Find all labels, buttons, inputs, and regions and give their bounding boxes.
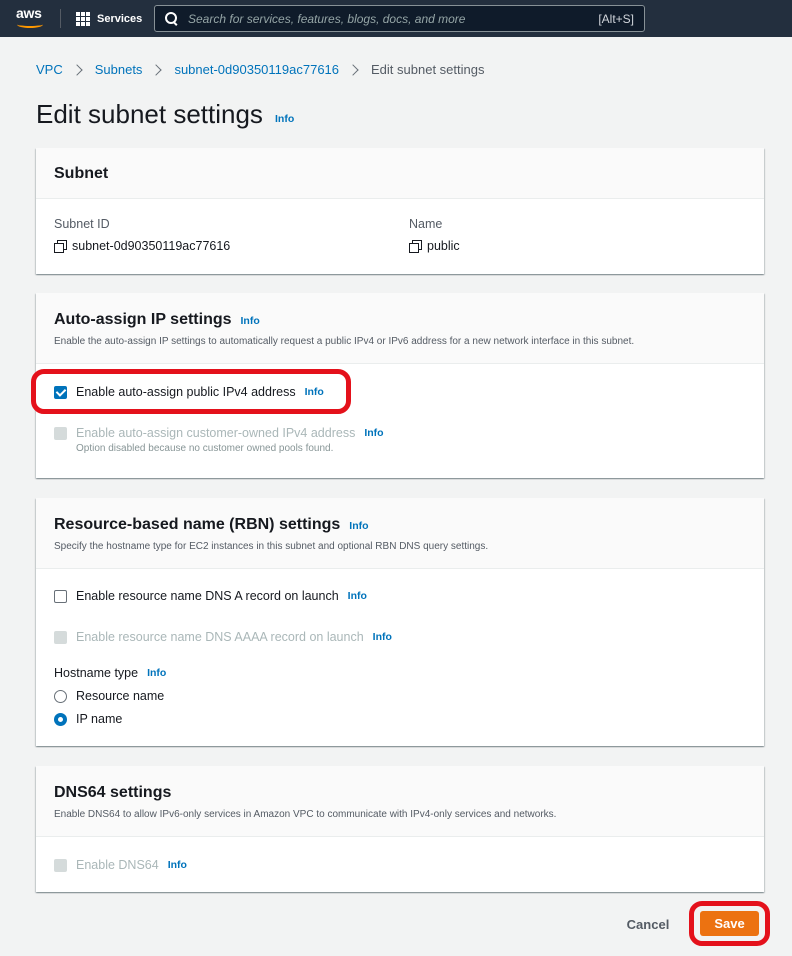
save-button-highlight <box>689 901 770 946</box>
dns-aaaa-record-row: Enable resource name DNS AAAA record on … <box>54 630 392 644</box>
search-shortcut: [Alt+S] <box>598 12 634 26</box>
breadcrumb-subnet-id[interactable]: subnet-0d90350119ac77616 <box>174 62 339 77</box>
enable-dns64-label: Enable DNS64 <box>76 858 159 872</box>
rbn-description: Specify the hostname type for EC2 instan… <box>54 541 489 552</box>
subnet-id-label: Subnet ID <box>54 217 110 231</box>
breadcrumb-subnets[interactable]: Subnets <box>95 62 143 77</box>
auto-assign-customer-owned-row: Enable auto-assign customer-owned IPv4 a… <box>54 426 384 440</box>
copy-icon[interactable] <box>409 240 422 253</box>
subnet-panel-title: Subnet <box>54 165 109 182</box>
name-label: Name <box>409 217 443 231</box>
ipv4-checkbox-highlight <box>31 369 351 414</box>
dns-a-record-checkbox[interactable] <box>54 589 67 603</box>
breadcrumb-vpc[interactable]: VPC <box>36 62 63 77</box>
rbn-settings-panel: Resource-based name (RBN) settings Info S… <box>36 498 764 746</box>
chevron-right-icon <box>150 63 163 76</box>
copy-icon[interactable] <box>54 240 67 253</box>
dns-a-record-info-link[interactable]: Info <box>348 590 367 602</box>
breadcrumb-current: Edit subnet settings <box>371 62 485 77</box>
enable-dns64-info-link[interactable]: Info <box>168 859 187 871</box>
search-placeholder: Search for services, features, blogs, do… <box>188 11 466 26</box>
rbn-panel-header: Resource-based name (RBN) settings Info S… <box>36 498 764 569</box>
auto-assign-description: Enable the auto-assign IP settings to au… <box>54 336 635 347</box>
page-title: Edit subnet settings <box>36 99 263 129</box>
enable-dns64-checkbox <box>54 858 67 872</box>
dns64-description: Enable DNS64 to allow IPv6-only services… <box>54 809 557 820</box>
auto-assign-panel-header: Auto-assign IP settings Info Enable the a… <box>36 293 764 364</box>
breadcrumb: VPC Subnets subnet-0d90350119ac77616 Edi… <box>36 62 484 77</box>
hostname-type-text: Hostname type <box>54 666 139 680</box>
auto-assign-title-text: Auto-assign IP settings <box>54 311 232 328</box>
auto-assign-customer-owned-info-link[interactable]: Info <box>364 427 383 439</box>
subnet-id-text: subnet-0d90350119ac77616 <box>72 239 231 253</box>
subnet-panel: Subnet Subnet ID subnet-0d90350119ac7761… <box>36 148 764 274</box>
rbn-info-link[interactable]: Info <box>349 520 368 532</box>
services-label: Services <box>97 13 143 25</box>
nav-divider <box>60 9 61 28</box>
search-icon <box>165 11 179 26</box>
hostname-type-info-link[interactable]: Info <box>147 667 166 679</box>
dns64-settings-panel: DNS64 settings Enable DNS64 to allow IPv… <box>36 766 764 892</box>
chevron-right-icon <box>71 63 83 76</box>
dns64-panel-title: DNS64 settings <box>54 784 172 801</box>
aws-logo[interactable]: aws <box>16 5 46 31</box>
auto-assign-info-link[interactable]: Info <box>241 315 260 327</box>
resource-name-label[interactable]: Resource name <box>76 689 164 703</box>
resource-name-radio[interactable] <box>54 689 67 703</box>
auto-assign-panel-title: Auto-assign IP settings Info <box>54 311 746 329</box>
ip-name-label[interactable]: IP name <box>76 712 122 726</box>
chevron-right-icon <box>347 63 359 76</box>
dns-aaaa-record-label: Enable resource name DNS AAAA record on … <box>76 630 364 644</box>
hostname-option-ip-name[interactable]: IP name <box>54 712 122 726</box>
rbn-panel-title: Resource-based name (RBN) settings Info <box>54 516 746 534</box>
ip-name-radio[interactable] <box>54 712 67 726</box>
rbn-title-text: Resource-based name (RBN) settings <box>54 516 341 533</box>
grid-icon <box>76 12 90 26</box>
name-text: public <box>427 239 460 253</box>
cancel-button[interactable]: Cancel <box>612 911 684 937</box>
aws-smile-icon <box>17 21 43 28</box>
dns64-panel-header: DNS64 settings Enable DNS64 to allow IPv… <box>36 766 764 837</box>
dns-aaaa-record-checkbox <box>54 630 67 644</box>
auto-assign-customer-owned-label: Enable auto-assign customer-owned IPv4 a… <box>76 426 356 440</box>
subnet-id-value: subnet-0d90350119ac77616 <box>54 239 230 253</box>
subnet-panel-header: Subnet <box>36 148 764 199</box>
page-info-link[interactable]: Info <box>275 113 294 125</box>
customer-owned-disabled-note: Option disabled because no customer owne… <box>76 443 334 454</box>
dns-a-record-label[interactable]: Enable resource name DNS A record on lau… <box>76 589 339 603</box>
name-value: public <box>409 239 460 253</box>
dns-a-record-row: Enable resource name DNS A record on lau… <box>54 589 367 603</box>
top-navigation: aws Services Search for services, featur… <box>0 0 792 37</box>
aws-logo-text: aws <box>16 5 42 21</box>
dns-aaaa-record-info-link[interactable]: Info <box>373 631 392 643</box>
hostname-type-label: Hostname type Info <box>54 666 166 680</box>
search-input[interactable]: Search for services, features, blogs, do… <box>154 5 645 32</box>
hostname-option-resource-name[interactable]: Resource name <box>54 689 164 703</box>
enable-dns64-row: Enable DNS64 Info <box>54 858 187 872</box>
auto-assign-customer-owned-checkbox <box>54 426 67 440</box>
services-menu-button[interactable]: Services <box>76 10 142 28</box>
